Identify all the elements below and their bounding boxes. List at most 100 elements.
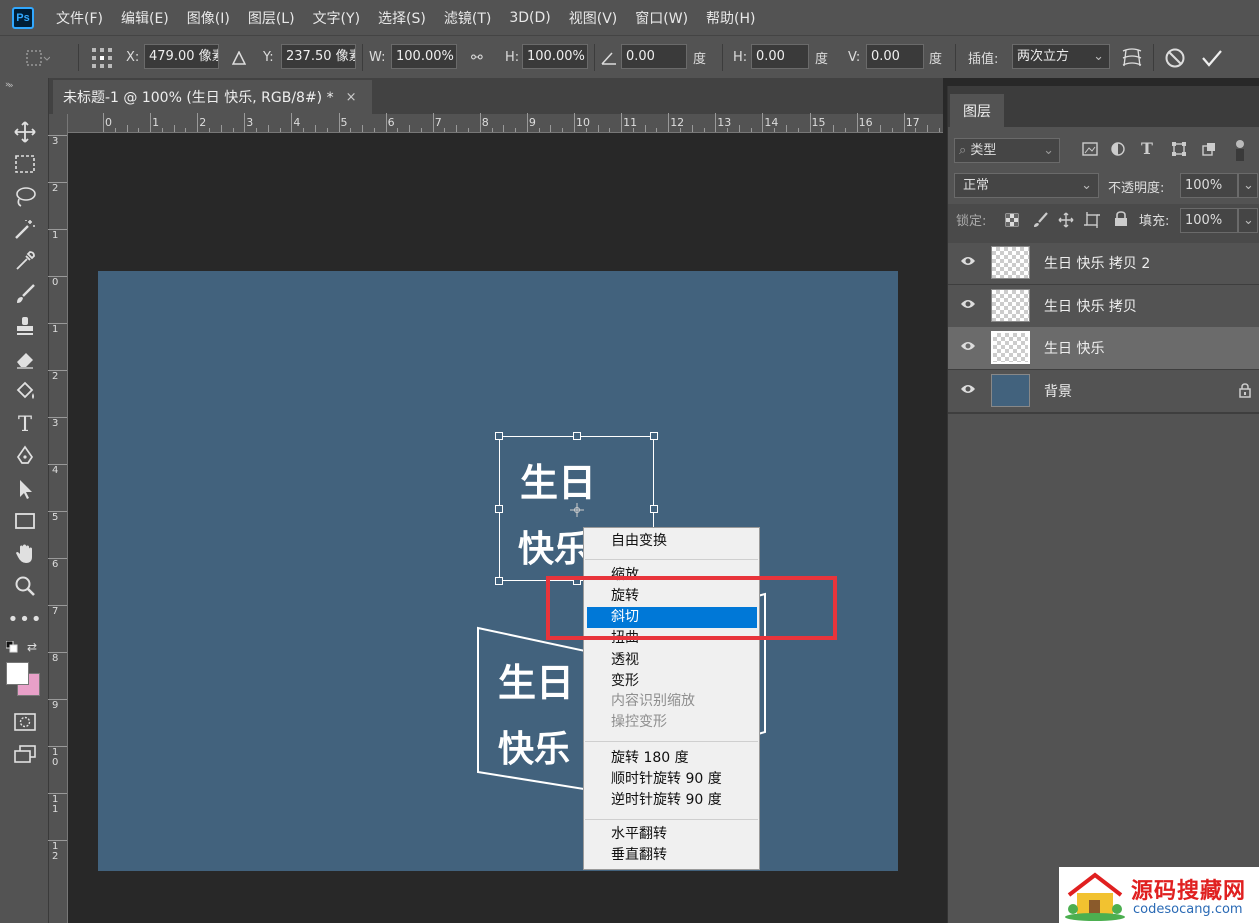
handle-top-right[interactable] (650, 432, 658, 440)
lock-transparent-icon[interactable] (1005, 213, 1019, 231)
menu-rotate-90-ccw[interactable]: 逆时针旋转 90 度 (584, 790, 759, 811)
close-icon[interactable]: × (346, 90, 357, 105)
menu-layer[interactable]: 图层(L) (248, 8, 295, 28)
menu-view[interactable]: 视图(V) (569, 8, 618, 28)
more-tools-icon[interactable]: ••• (8, 606, 42, 632)
stamp-tool-icon[interactable] (10, 313, 40, 339)
menu-filter[interactable]: 滤镜(T) (444, 8, 491, 28)
menu-type[interactable]: 文字(Y) (313, 8, 360, 28)
ruler-major-tick (903, 113, 905, 132)
handle-middle-left[interactable] (495, 505, 503, 513)
eyedropper-tool-icon[interactable] (10, 248, 40, 274)
ruler-minor-tick (691, 125, 693, 132)
brush-tool-icon[interactable] (10, 281, 40, 307)
visibility-eye-icon[interactable] (960, 298, 976, 314)
menu-image[interactable]: 图像(I) (187, 8, 230, 28)
menu-select[interactable]: 选择(S) (378, 8, 426, 28)
transform-tool-icon[interactable] (24, 36, 50, 79)
handle-middle-right[interactable] (650, 505, 658, 513)
paint-bucket-tool-icon[interactable] (10, 378, 40, 404)
warp-mode-icon[interactable] (1120, 36, 1144, 79)
quick-mask-icon[interactable] (10, 709, 40, 735)
path-selection-tool-icon[interactable] (10, 476, 40, 502)
hand-tool-icon[interactable] (10, 541, 40, 567)
filter-adjustment-icon[interactable] (1111, 142, 1125, 160)
ruler-minor-tick (267, 125, 269, 132)
visibility-eye-icon[interactable] (960, 383, 976, 399)
lock-pixels-icon[interactable] (1033, 212, 1049, 232)
menu-window[interactable]: 窗口(W) (635, 8, 688, 28)
ruler-minor-tick (609, 128, 611, 132)
x-position-field[interactable]: 479.00 像素 (144, 44, 219, 69)
rotation-angle-field[interactable]: 0.00 (621, 44, 687, 69)
opacity-chevron-icon[interactable]: ⌄ (1238, 173, 1258, 198)
menu-rotate-180[interactable]: 旋转 180 度 (584, 748, 759, 769)
zoom-tool-icon[interactable] (10, 573, 40, 599)
menu-warp[interactable]: 变形 (584, 671, 759, 692)
filter-type-icon[interactable]: T (1141, 139, 1153, 158)
ruler-minor-tick (350, 128, 352, 132)
fill-field[interactable]: 100% (1180, 208, 1238, 233)
type-tool-icon[interactable]: T (10, 411, 40, 437)
lasso-tool-icon[interactable] (10, 184, 40, 210)
swap-colors-icon[interactable]: ⇄ (27, 640, 37, 654)
move-tool-icon[interactable] (10, 119, 40, 145)
layer-name: 生日 快乐 拷贝 2 (1044, 256, 1151, 272)
horizontal-skew-field[interactable]: 0.00 (751, 44, 809, 69)
tab-layers[interactable]: 图层 (950, 94, 1004, 127)
filter-pixel-icon[interactable] (1082, 142, 1098, 160)
menu-flip-vertical[interactable]: 垂直翻转 (584, 845, 759, 866)
menu-rotate-90-cw[interactable]: 顺时针旋转 90 度 (584, 769, 759, 790)
handle-top-center[interactable] (573, 432, 581, 440)
y-position-field[interactable]: 237.50 像素 (281, 44, 356, 69)
ruler-minor-tick (326, 128, 328, 132)
pen-tool-icon[interactable] (10, 443, 40, 469)
rectangle-tool-icon[interactable] (10, 508, 40, 534)
layer-row[interactable]: 生日 快乐 拷贝 (948, 285, 1259, 328)
visibility-eye-icon[interactable] (960, 255, 976, 271)
menu-flip-horizontal[interactable]: 水平翻转 (584, 824, 759, 845)
layer-row-selected[interactable]: 生日 快乐 (948, 327, 1259, 370)
height-field[interactable]: 100.00% (522, 44, 588, 69)
layer-filter-select[interactable]: ⌕ 类型 ⌄ (954, 138, 1060, 163)
filter-shape-icon[interactable] (1172, 142, 1186, 160)
visibility-eye-icon[interactable] (960, 340, 976, 356)
blend-mode-select[interactable]: 正常 ⌄ (954, 173, 1099, 198)
layer-row[interactable]: 背景 (948, 370, 1259, 413)
handle-top-left[interactable] (495, 432, 503, 440)
document-tab[interactable]: 未标题-1 @ 100% (生日 快乐, RGB/8#) * × (53, 80, 372, 114)
interpolation-select[interactable]: 两次立方 ⌄ (1012, 44, 1110, 69)
link-icon[interactable]: ⚯ (471, 36, 483, 79)
relative-position-icon[interactable] (232, 36, 246, 79)
ruler-minor-tick (314, 125, 316, 132)
lock-position-icon[interactable] (1058, 212, 1074, 232)
menu-help[interactable]: 帮助(H) (706, 8, 755, 28)
magic-wand-tool-icon[interactable] (10, 216, 40, 242)
cancel-transform-icon[interactable] (1164, 36, 1186, 79)
menu-3d[interactable]: 3D(D) (509, 10, 550, 26)
width-field[interactable]: 100.00% (391, 44, 457, 69)
angle-unit: 度 (693, 52, 707, 67)
fill-chevron-icon[interactable]: ⌄ (1238, 208, 1258, 233)
marquee-tool-icon[interactable] (10, 151, 40, 177)
default-colors-icon[interactable] (5, 640, 18, 657)
lock-artboard-icon[interactable] (1084, 212, 1100, 232)
foreground-color-swatch[interactable] (6, 662, 29, 685)
reference-point-icon[interactable] (90, 36, 114, 79)
filter-toggle[interactable] (1236, 138, 1246, 162)
screen-mode-icon[interactable] (10, 741, 40, 767)
menu-perspective[interactable]: 透视 (584, 650, 759, 671)
layer-row[interactable]: 生日 快乐 拷贝 2 (948, 242, 1259, 285)
handle-bottom-left[interactable] (495, 577, 503, 585)
commit-transform-icon[interactable] (1201, 36, 1223, 79)
lock-all-icon[interactable] (1114, 211, 1128, 231)
opacity-field[interactable]: 100% (1180, 173, 1238, 198)
vertical-skew-field[interactable]: 0.00 (866, 44, 924, 69)
filter-smart-object-icon[interactable] (1202, 142, 1216, 160)
eraser-tool-icon[interactable] (10, 346, 40, 372)
menu-edit[interactable]: 编辑(E) (121, 8, 169, 28)
ruler-label: 4 (52, 465, 59, 476)
menu-free-transform[interactable]: 自由变换 (584, 531, 759, 552)
chevron-down-icon: ⌄ (1081, 178, 1092, 193)
menu-file[interactable]: 文件(F) (56, 8, 103, 28)
